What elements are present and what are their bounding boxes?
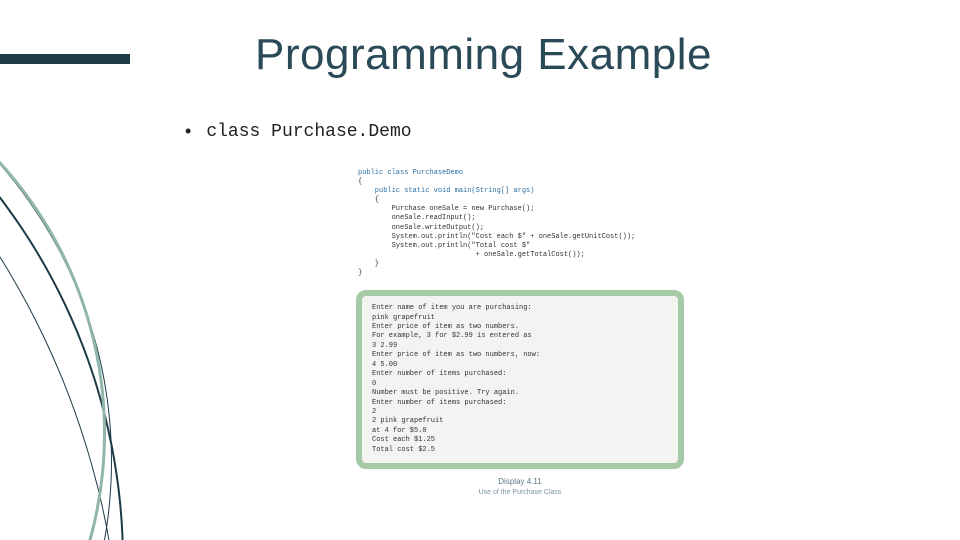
console-line: 3 2.99 (372, 342, 397, 350)
console-line: Enter price of item as two numbers. (372, 323, 519, 331)
caption-sub: Use of the Purchase Class (350, 488, 690, 497)
console-line: 2 (372, 408, 376, 416)
console-line: Total cost $2.5 (372, 446, 435, 454)
console-line: 0 (372, 380, 376, 388)
code-line: System.out.println("Cost each $" + oneSa… (358, 233, 635, 241)
console-output: Enter name of item you are purchasing: p… (356, 290, 684, 469)
console-line: For example, 3 for $2.99 is entered as (372, 332, 532, 340)
bullet-dot-icon: • (185, 121, 191, 142)
code-line: System.out.println("Total cost $" (358, 242, 530, 250)
code-line: } (358, 269, 362, 277)
console-line: Cost each $1.25 (372, 436, 435, 444)
caption-main: Display 4.11 (498, 477, 541, 486)
console-line: Enter name of item you are purchasing: (372, 304, 532, 312)
page-title: Programming Example (255, 30, 712, 80)
figure-container: public class PurchaseDemo { public stati… (350, 165, 690, 497)
bullet-code-name: Purchase.Demo (271, 122, 411, 142)
console-line: Number must be positive. Try again. (372, 389, 519, 397)
decorative-curve (0, 30, 106, 540)
bullet-code-prefix: class (206, 122, 271, 142)
code-listing: public class PurchaseDemo { public stati… (350, 165, 690, 288)
console-line: 4 5.00 (372, 361, 397, 369)
code-line: } (358, 260, 379, 268)
code-line: + oneSale.getTotalCost()); (358, 251, 585, 259)
bullet-item: • class Purchase.Demo (185, 120, 412, 142)
code-line: public static void main(String[] args) (358, 187, 534, 195)
console-line: pink grapefruit (372, 314, 435, 322)
title-underline (0, 54, 130, 64)
console-line: at 4 for $5.0 (372, 427, 427, 435)
code-line: { (358, 178, 362, 186)
console-line: Enter price of item as two numbers, now: (372, 351, 540, 359)
console-line: 2 pink grapefruit (372, 417, 443, 425)
console-line: Enter number of items purchased: (372, 370, 506, 378)
figure-caption: Display 4.11 Use of the Purchase Class (350, 477, 690, 496)
code-line: oneSale.readInput(); (358, 214, 476, 222)
code-line: public class PurchaseDemo (358, 169, 463, 177)
console-line: Enter number of items purchased: (372, 399, 506, 407)
code-line: Purchase oneSale = new Purchase(); (358, 205, 534, 213)
code-line: { (358, 196, 379, 204)
code-line: oneSale.writeOutput(); (358, 224, 484, 232)
